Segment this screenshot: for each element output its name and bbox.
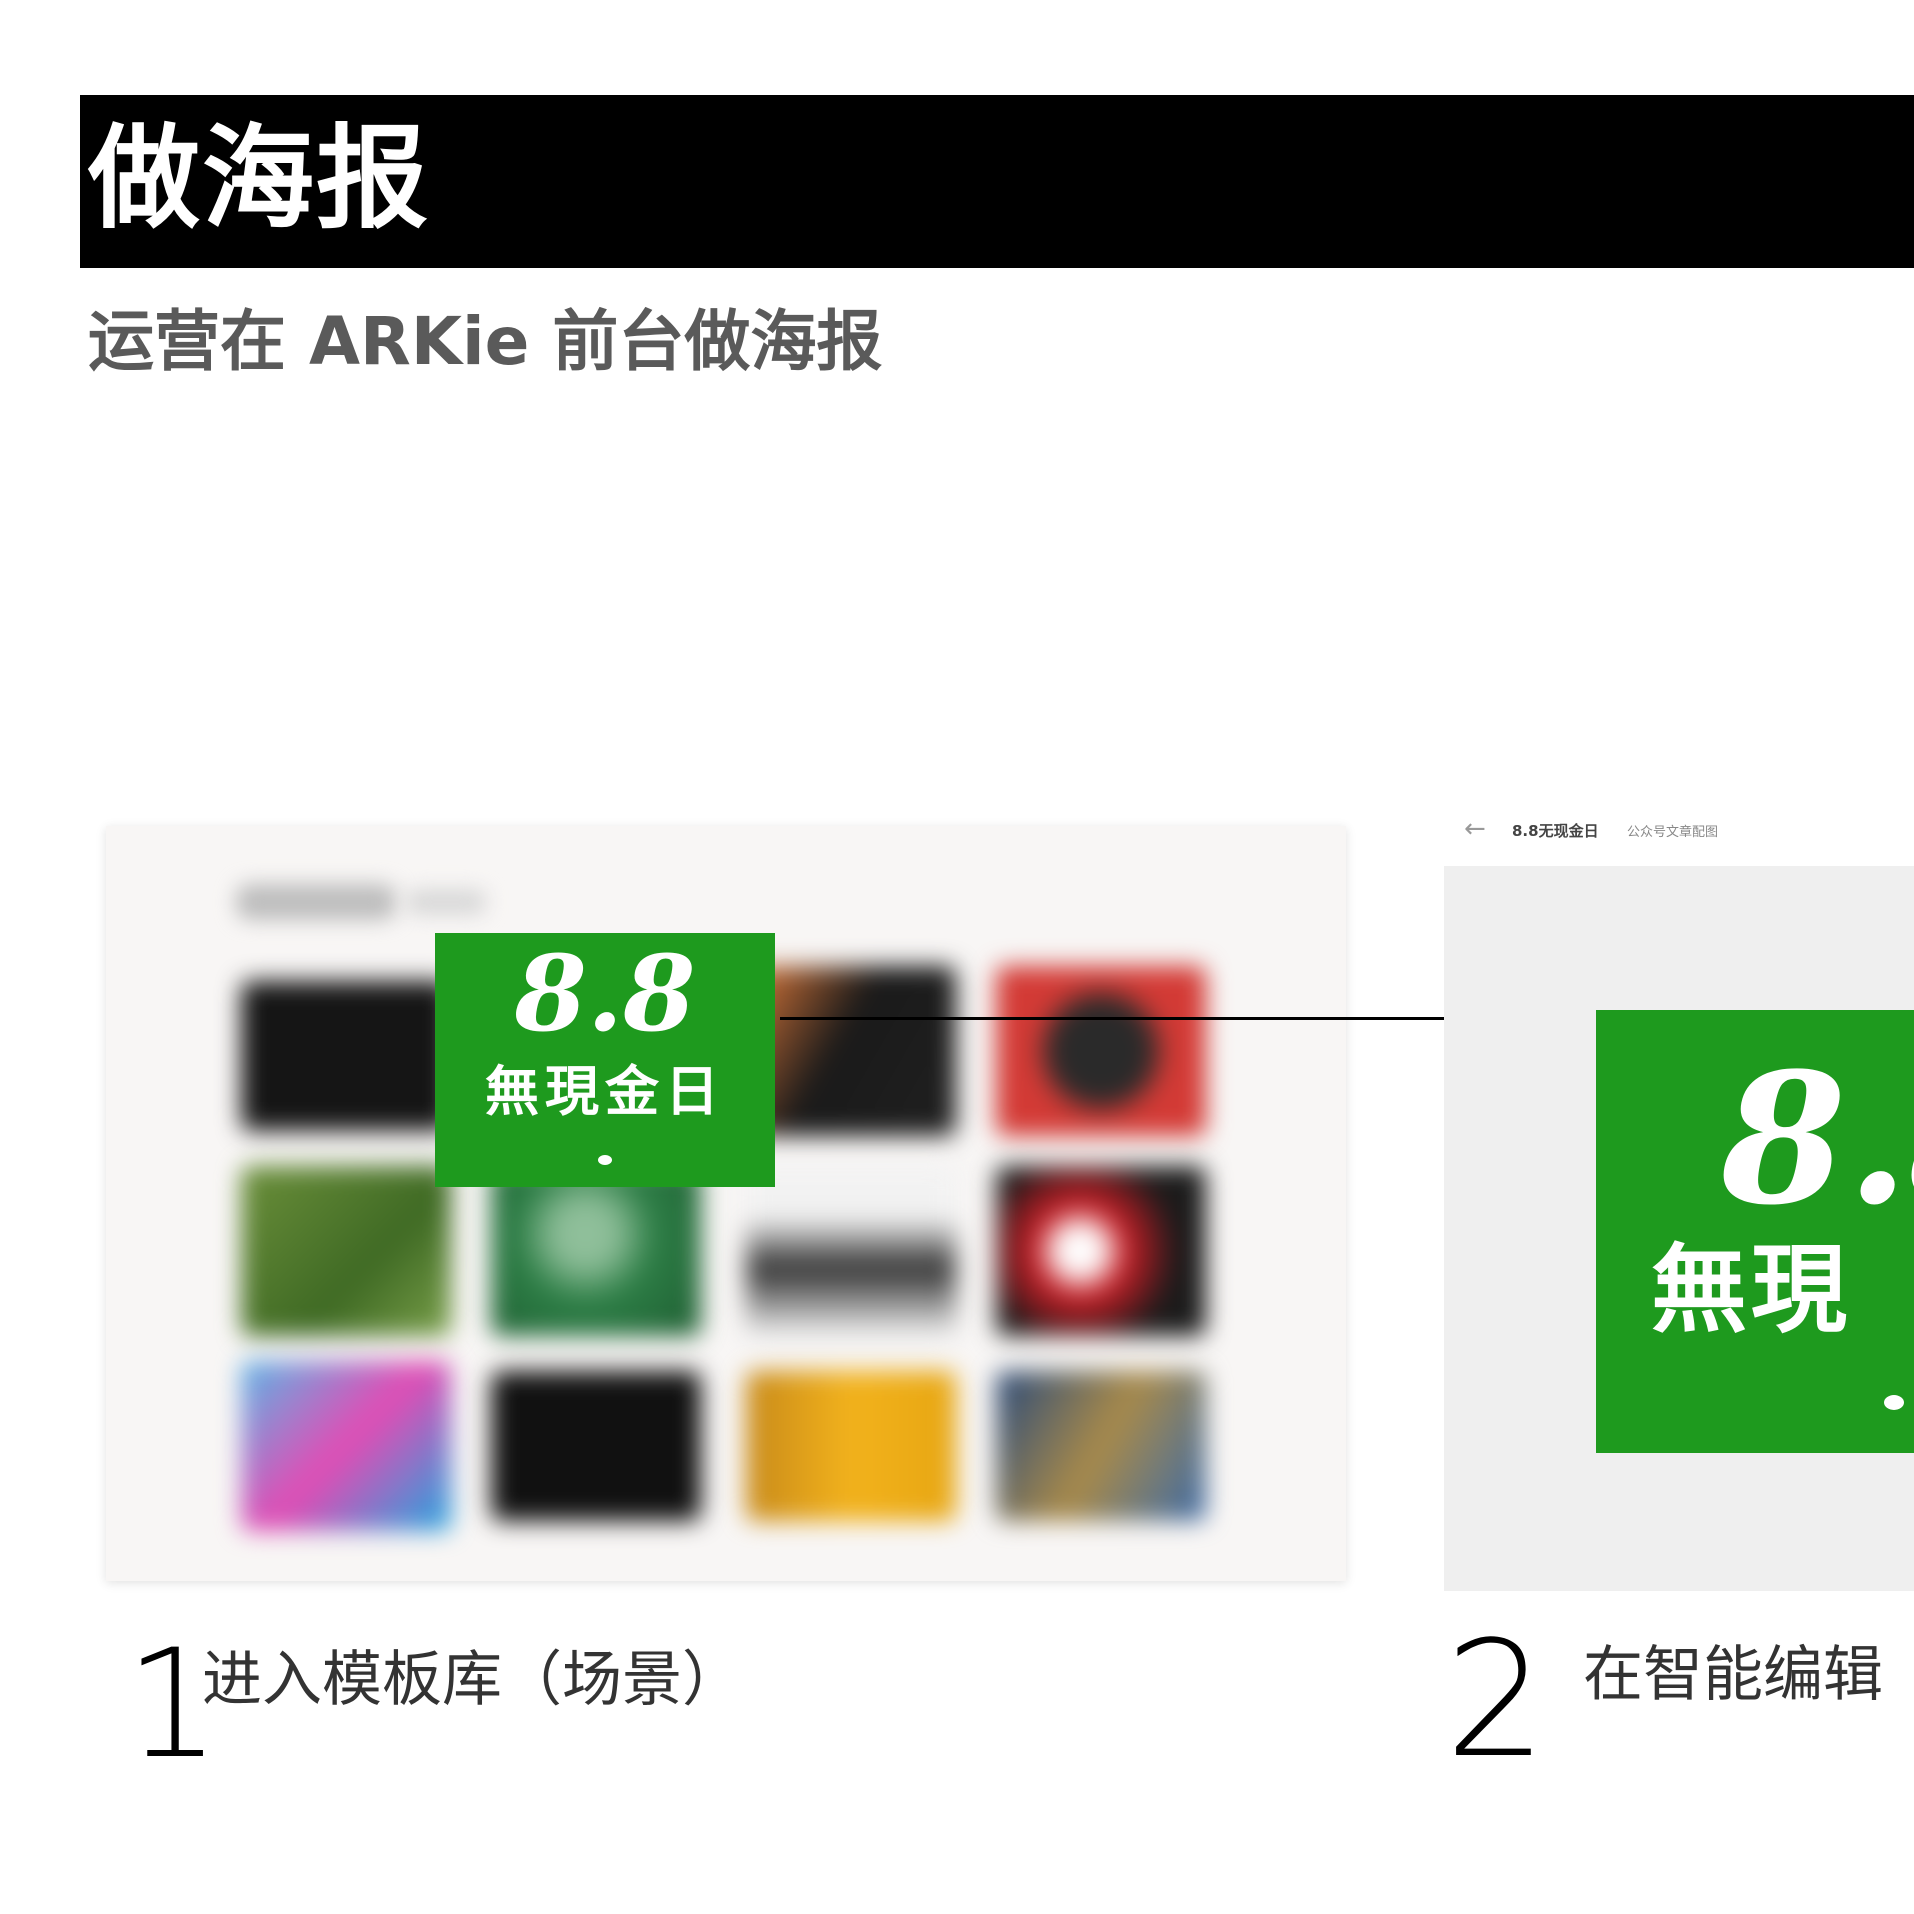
page-subtitle: 运营在 ARKie 前台做海报 [88, 303, 883, 380]
step-label-2: 在智能编辑 [1583, 1640, 1883, 1710]
step-label-1: 进入模板库（场景） [202, 1645, 742, 1715]
poster-line2: 無現金日 [485, 1059, 725, 1123]
arrow-left-icon[interactable]: ← [1464, 814, 1486, 844]
editor-canvas: 8.8 無現 [1444, 866, 1914, 1591]
template-thumbnail[interactable] [746, 1166, 956, 1336]
template-thumbnail[interactable] [746, 1371, 956, 1521]
poster-big-text: 8.8 [514, 933, 696, 1055]
wechat-pay-icon [598, 1155, 612, 1165]
template-thumbnail[interactable] [996, 1166, 1206, 1336]
editor-category[interactable]: 公众号文章配图 [1627, 821, 1718, 840]
template-thumbnail[interactable] [491, 1166, 701, 1336]
blurred-subheading [406, 890, 486, 914]
flow-arrow-line [780, 1017, 1518, 1020]
poster-line2: 無現 [1651, 1233, 1851, 1346]
blurred-heading [236, 884, 396, 920]
poster-big-text: 8.8 [1721, 1034, 1914, 1245]
step-number-2: 2 [1445, 1606, 1547, 1793]
template-thumbnail[interactable] [996, 1371, 1206, 1521]
template-thumbnail[interactable] [241, 1166, 451, 1336]
template-thumbnail[interactable] [746, 966, 956, 1136]
editor-title: 8.8无现金日 [1512, 822, 1599, 840]
editor-topbar: ← 8.8无现金日 公众号文章配图 [1460, 814, 1914, 848]
title-bar: 做海报 [80, 95, 1914, 268]
wechat-pay-icon [1884, 1395, 1904, 1410]
template-thumbnail[interactable] [996, 966, 1206, 1136]
page-title: 做海报 [88, 114, 430, 244]
template-thumbnail[interactable] [241, 981, 451, 1131]
template-thumbnail[interactable] [241, 1361, 451, 1531]
selected-template-card[interactable]: 8.8 無現金日 [435, 933, 775, 1187]
template-thumbnail[interactable] [491, 1371, 701, 1521]
poster-preview[interactable]: 8.8 無現 [1596, 1010, 1914, 1453]
